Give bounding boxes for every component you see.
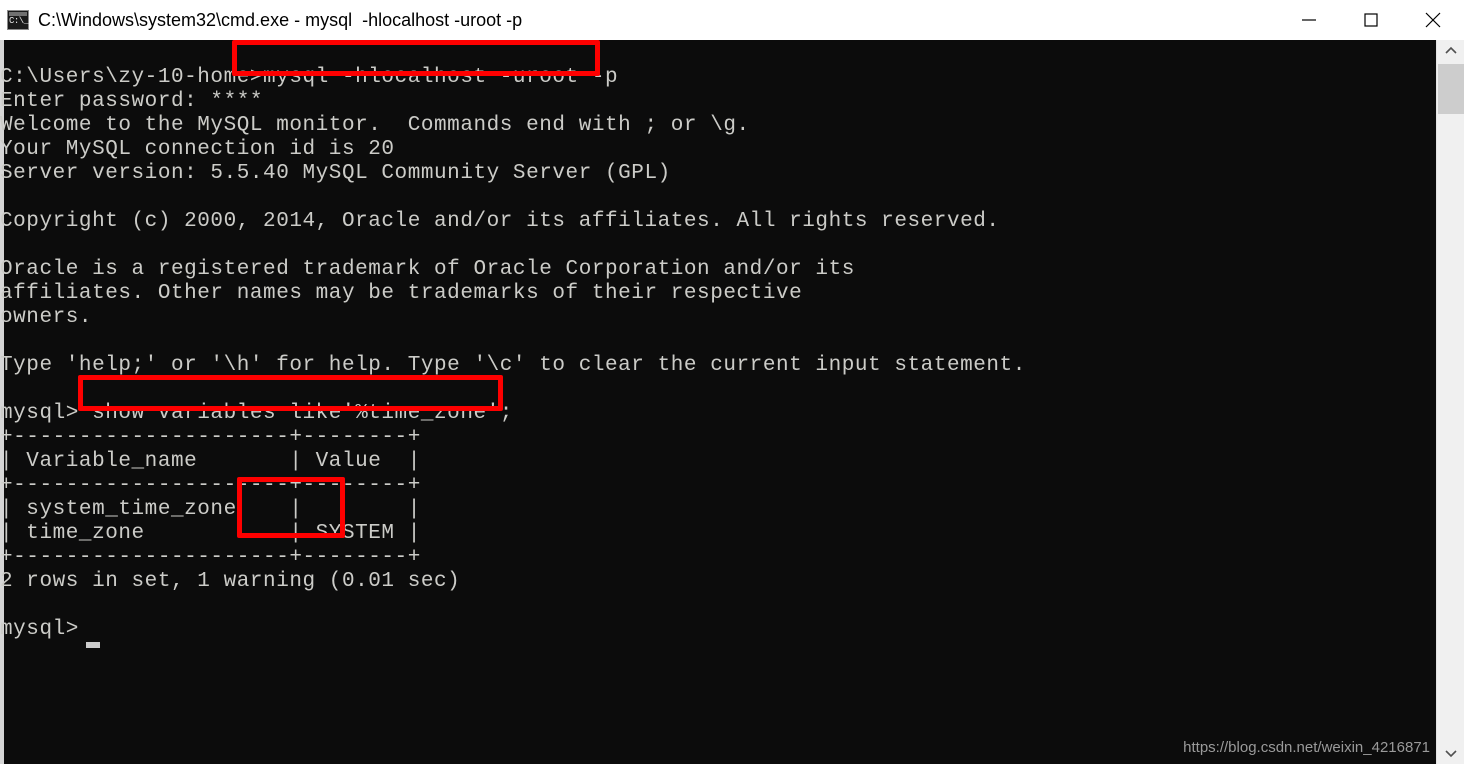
chevron-down-icon xyxy=(1444,750,1457,758)
cmd-app-icon: C:\_ xyxy=(7,10,29,30)
cmd-app-icon-label: C:\_ xyxy=(9,16,29,26)
scroll-up-button[interactable] xyxy=(1437,40,1464,62)
maximize-button[interactable] xyxy=(1340,0,1402,40)
watermark-text: https://blog.csdn.net/weixin_4216871 xyxy=(1183,739,1430,756)
console-text: C:\Users\zy-10-home>mysql -hlocalhost -u… xyxy=(0,66,1026,641)
chevron-up-icon xyxy=(1444,46,1457,54)
close-icon xyxy=(1425,12,1441,28)
cmd-window: C:\_ C:\Windows\system32\cmd.exe - mysql… xyxy=(0,0,1464,764)
console-output-area[interactable]: C:\Users\zy-10-home>mysql -hlocalhost -u… xyxy=(0,40,1464,764)
close-button[interactable] xyxy=(1402,0,1464,40)
vertical-scrollbar[interactable] xyxy=(1436,40,1464,764)
minimize-button[interactable] xyxy=(1278,0,1340,40)
window-controls xyxy=(1278,0,1464,40)
window-title: C:\Windows\system32\cmd.exe - mysql -hlo… xyxy=(38,10,523,30)
scrollbar-thumb[interactable] xyxy=(1438,64,1464,114)
minimize-icon xyxy=(1302,19,1316,21)
window-titlebar[interactable]: C:\_ C:\Windows\system32\cmd.exe - mysql… xyxy=(0,0,1464,40)
text-cursor xyxy=(86,642,100,648)
scroll-down-button[interactable] xyxy=(1437,742,1464,764)
maximize-icon xyxy=(1364,13,1378,27)
